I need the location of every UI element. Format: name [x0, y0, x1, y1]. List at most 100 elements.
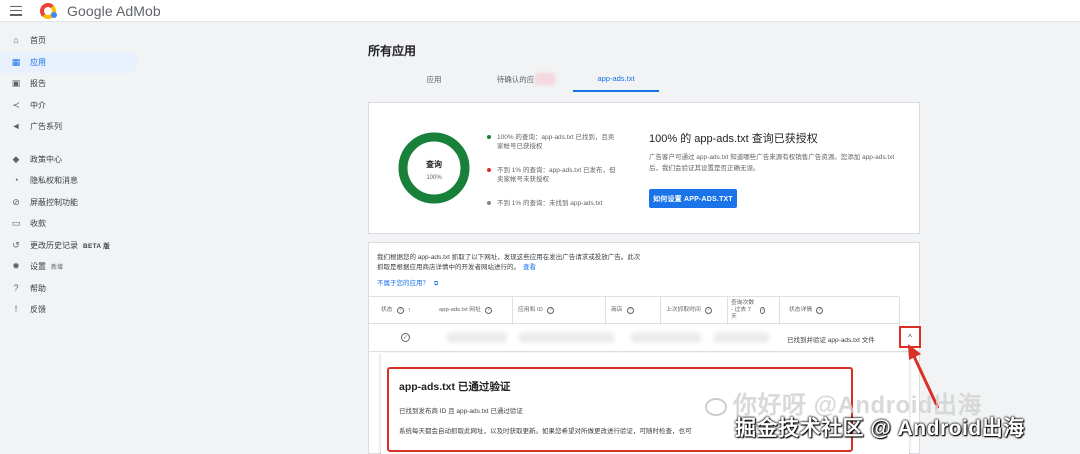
tab-pending-apps[interactable]: 待确认的应: [486, 66, 566, 92]
external-link-icon: ⧉: [434, 281, 439, 287]
help-icon: ?: [13, 282, 19, 293]
blurred-store: [631, 332, 701, 343]
sidebar-item-home[interactable]: ⌂ 首页: [0, 30, 145, 52]
sidebar-item-label: 政策中心: [30, 154, 62, 164]
sort-arrow-icon[interactable]: ↑: [408, 307, 412, 314]
brand-name: Google AdMob: [67, 2, 161, 19]
top-app-bar: Google AdMob: [0, 0, 1080, 22]
legend-dot: [487, 168, 491, 172]
payments-icon: ▭: [11, 218, 21, 229]
column-header-label: 商店: [611, 306, 623, 313]
not-your-app-text: 不属于您的应用？: [377, 280, 429, 287]
legend-item-unauthorized: 不到 1% 的查询：app-ads.txt 已发布，但卖家帐号未获授权: [487, 166, 617, 184]
tab-bar: 应用 待确认的应 app-ads.txt: [368, 66, 920, 92]
help-icon[interactable]: ?: [816, 306, 824, 314]
sidebar-item-label: 更改历史记录: [30, 240, 78, 250]
policy-shield-icon: ◆: [12, 153, 20, 164]
help-icon[interactable]: ?: [704, 306, 712, 314]
home-icon: ⌂: [13, 35, 19, 46]
sidebar-item-label: 帮助: [30, 283, 46, 293]
column-header-last-crawled[interactable]: 上次抓取时间?: [666, 297, 712, 323]
column-divider: [660, 297, 661, 325]
sidebar-item-label: 隐私权和消息: [30, 176, 78, 186]
help-icon[interactable]: ?: [546, 306, 554, 314]
donut-label: 查询: [426, 160, 442, 169]
tab-app-ads-txt[interactable]: app-ads.txt: [573, 66, 659, 92]
help-icon[interactable]: ?: [484, 306, 492, 314]
not-your-app-link[interactable]: 不属于您的应用？ ⧉: [377, 277, 438, 288]
donut-percentage: 100%: [426, 175, 442, 181]
mediation-icon: ≺: [12, 99, 20, 110]
column-header-url[interactable]: app-ads.txt 网址?: [439, 297, 492, 323]
column-header-label: 应用和 ID: [518, 306, 543, 313]
sidebar-item-settings[interactable]: ✹ 设置 新增: [0, 256, 145, 278]
status-detail-text: 已找到并验证 app-ads.txt 文件: [787, 337, 875, 344]
beta-tag: BETA 版: [83, 243, 111, 251]
chevron-up-icon: ^: [908, 332, 912, 342]
sidebar-item-payments[interactable]: ▭ 收款: [0, 213, 145, 235]
blurred-app-id: [519, 332, 614, 343]
crawl-description-text: 我们根据您的 app-ads.txt 抓取了以下网址，发现这些应用在发出广告请求…: [377, 254, 641, 271]
blurred-url: [447, 332, 507, 343]
campaigns-icon: ◄: [11, 121, 21, 132]
settings-gear-icon: ✹: [12, 261, 20, 272]
tab-label: 待确认的应: [496, 74, 535, 84]
sidebar-item-label: 屏蔽控制功能: [30, 197, 78, 207]
menu-icon[interactable]: [10, 5, 22, 16]
help-icon[interactable]: ?: [626, 306, 634, 314]
legend-dot: [487, 201, 491, 205]
sidebar-item-label: 广告系列: [30, 122, 62, 132]
column-header-status-detail[interactable]: 状态详情?: [789, 297, 824, 323]
sidebar-item-label: 反馈: [30, 305, 46, 315]
column-header-queries[interactable]: 查询次数 - 过去 7 天?: [731, 297, 765, 323]
sidebar-item-label: 应用: [30, 57, 46, 67]
sidebar-item-privacy[interactable]: ◔ 隐私权和消息: [0, 170, 145, 192]
summary-title: 100% 的 app-ads.txt 查询已获授权: [649, 133, 818, 145]
tab-apps[interactable]: 应用: [408, 66, 460, 92]
sidebar-item-campaigns[interactable]: ◄ 广告系列: [0, 116, 145, 138]
how-to-setup-button[interactable]: 如何设置 APP-ADS.TXT: [649, 189, 737, 208]
table-header: 状态? ↑ app-ads.txt 网址? 应用和 ID? 商店? 上次抓取时间?…: [369, 296, 900, 325]
sidebar-item-label: 报告: [30, 79, 46, 89]
admob-logo-icon: [40, 2, 60, 20]
sidebar-item-help[interactable]: ? 帮助: [0, 278, 145, 300]
sidebar-item-label: 收款: [30, 219, 46, 229]
see-link[interactable]: 查看: [523, 264, 536, 271]
column-header-store[interactable]: 商店?: [611, 297, 634, 323]
sidebar-item-apps[interactable]: ▦ 应用: [0, 51, 138, 73]
crawl-description: 我们根据您的 app-ads.txt 抓取了以下网址，发现这些应用在发出广告请求…: [377, 253, 642, 273]
column-divider: [727, 297, 728, 325]
sidebar-item-policy-center[interactable]: ◆ 政策中心: [0, 149, 145, 171]
legend-dot: [487, 135, 491, 139]
sidebar-item-feedback[interactable]: ! 反馈: [0, 299, 145, 321]
collapse-row-button[interactable]: ^: [899, 326, 921, 348]
verification-status-text: 已找到发布商 ID 且 app-ads.txt 已通过验证: [399, 408, 523, 415]
sidebar-item-label: 中介: [30, 100, 46, 110]
column-divider: [899, 297, 900, 325]
summary-description: 广告客户可通过 app-ads.txt 知道哪些广告来源有权销售广告资源。您添加…: [649, 154, 895, 172]
sidebar-nav: ⌂ 首页 ▦ 应用 ▣ 报告 ≺ 中介 ◄ 广告系列 ◆ 政策中心 ◔ 隐私权和消息 ⊘ 屏蔽控…: [0, 30, 145, 321]
sidebar-item-change-history[interactable]: ↺ 更改历史记录 BETA 版: [0, 235, 145, 257]
column-header-label: 查询次数 - 过去 7 天: [731, 299, 755, 320]
help-icon[interactable]: ?: [760, 306, 765, 314]
help-icon[interactable]: ?: [396, 306, 404, 314]
privacy-icon: ◔: [13, 175, 19, 186]
blurred-crawl-time: [714, 332, 769, 343]
column-header-label: 上次抓取时间: [666, 306, 701, 313]
verified-check-icon: ✓: [401, 333, 410, 342]
reports-icon: ▣: [11, 78, 21, 89]
apps-icon: ▦: [11, 56, 21, 67]
column-divider: [512, 297, 513, 325]
sidebar-item-reports[interactable]: ▣ 报告: [0, 73, 145, 95]
sidebar-item-blocking[interactable]: ⊘ 屏蔽控制功能: [0, 192, 145, 214]
legend-text: 不到 1% 的查询：未找到 app-ads.txt: [497, 200, 603, 207]
history-icon: ↺: [12, 239, 20, 250]
table-row[interactable]: ✓ 已找到并验证 app-ads.txt 文件 ^: [369, 324, 921, 352]
app-ads-summary-card: 查询 100% 100% 的查询：app-ads.txt 已找到，且卖家帐号已获…: [368, 102, 920, 234]
column-header-app-id[interactable]: 应用和 ID?: [518, 297, 554, 323]
column-header-status[interactable]: 状态? ↑: [381, 297, 411, 323]
sidebar-item-mediation[interactable]: ≺ 中介: [0, 95, 145, 117]
new-tag: 新增: [51, 265, 64, 272]
feedback-icon: !: [14, 304, 18, 315]
